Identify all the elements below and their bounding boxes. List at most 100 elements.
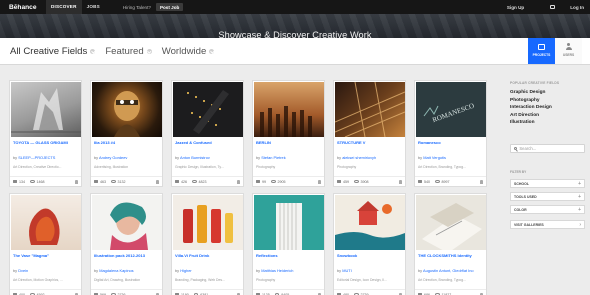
by-label: by [13,155,18,160]
project-owner[interactable]: MUTI [342,268,352,273]
project-title[interactable]: Reflections [256,253,322,258]
hiring-talent-text: Hiring Talent? [122,4,151,10]
project-thumbnail[interactable] [92,195,162,250]
plus-icon: + [578,206,581,213]
project-title[interactable]: Villa.Vi Fruit Drink [175,253,241,258]
popular-field-link[interactable]: Art Direction [510,113,585,118]
sign-up-link[interactable]: Sign Up [507,5,524,10]
project-stats: 426 4823 [172,176,243,186]
popular-field-link[interactable]: Graphic Design [510,90,585,95]
project-thumbnail[interactable]: ROMANESCO [416,82,486,137]
project-stats: 1135 9405 [253,289,324,295]
filter-color[interactable]: COLOR + [510,205,585,214]
project-title[interactable]: Jazzed & Confused [175,140,241,145]
popular-field-link[interactable]: Illustration [510,120,585,125]
views-count: 4823 [198,179,207,184]
filter-dropdowns: All Creative Fields Featured Worldwide [10,46,224,57]
users-tab[interactable]: USERS [555,38,582,64]
project-title[interactable]: Ilia 2013 #4 [94,140,160,145]
filter-tools-used[interactable]: TOOLS USED + [510,192,585,201]
search-icon [514,146,518,151]
collection-icon[interactable] [318,179,321,184]
project-title[interactable]: Snowbook [337,253,403,258]
collection-icon[interactable] [237,179,240,184]
project-thumbnail[interactable] [254,82,324,137]
project-owner[interactable]: Anton Burmistrov [180,155,210,160]
project-card[interactable]: Illustration pack 2012-2013 by Magdalena… [90,193,163,295]
project-title[interactable]: STRUCTURE V [337,140,403,145]
account-links: Sign Up Log In [494,5,584,10]
project-thumbnail[interactable] [416,195,486,250]
collection-icon[interactable] [480,179,483,184]
project-card[interactable]: THE CLOCKSMITHS Identity by Augustin Ant… [414,193,487,295]
project-owner[interactable]: Matthias Heiderich [261,268,293,273]
project-thumbnail[interactable] [173,195,243,250]
chevron-right-icon: › [579,221,581,228]
project-title[interactable]: Illustration pack 2012-2013 [94,253,160,258]
filter-school[interactable]: SCHOOL + [510,179,585,188]
project-owner[interactable]: Matt Vergotis [423,155,446,160]
project-owner[interactable]: SLEEP—PROJECTS [18,155,55,160]
project-owner[interactable]: Magdalena Kapinos [99,268,133,273]
project-card[interactable]: STRUCTURE V by aleksei shemiriovyh Photo… [333,80,406,187]
project-stats: 540 8997 [415,176,486,186]
search-input[interactable]: Search... [510,144,585,153]
project-title[interactable]: The Vase "Magma" [13,253,79,258]
projects-tab[interactable]: PROJECTS [528,38,555,64]
project-thumbnail[interactable] [335,82,405,137]
project-card[interactable]: Jazzed & Confused by Anton Burmistrov Gr… [171,80,244,187]
hero-title: Showcase & Discover Creative Work [218,30,372,38]
project-stats: 463 3132 [91,176,162,186]
chevron-down-icon [146,49,152,54]
project-card[interactable]: The Vase "Magma" by Dvein Art Direction,… [9,193,82,295]
nav-jobs[interactable]: JOBS [82,0,105,14]
by-label: by [418,268,423,273]
collection-icon[interactable] [75,179,78,184]
views-icon [192,180,197,183]
project-title[interactable]: THE CLOCKSMITHS Identity [418,253,484,258]
project-card[interactable]: TOYOTA — GLASS ORIGAMI by SLEEP—PROJECTS… [9,80,82,187]
collection-icon[interactable] [156,179,159,184]
project-thumbnail[interactable] [11,82,81,137]
location-dropdown[interactable]: Worldwide [162,46,215,57]
views-count: 8997 [441,179,450,184]
project-thumbnail[interactable] [254,195,324,250]
project-thumbnail[interactable] [335,195,405,250]
project-card[interactable]: Villa.Vi Fruit Drink by Higher Branding,… [171,193,244,295]
popular-field-link[interactable]: Photography [510,98,585,103]
romanesco-thumb-text: ROMANESCO [431,102,475,125]
project-owner[interactable]: Augustin Antunt, Giedrflat Ino [423,268,474,273]
popular-fields-heading: POPULAR CREATIVE FIELDS [510,81,560,85]
nav-discover[interactable]: DISCOVER [46,0,82,14]
project-owner[interactable]: Stefan Pietrek [261,155,285,160]
project-thumbnail[interactable] [11,195,81,250]
project-thumbnail[interactable] [173,82,243,137]
project-card[interactable]: ROMANESCO Romanesco by Matt Vergotis Art… [414,80,487,187]
project-card[interactable]: BERLIN by Stefan Pietrek Photography 99 2… [252,80,325,187]
post-job-button[interactable]: Post Job [155,3,184,11]
project-owner-line: by Stefan Pietrek [256,155,322,160]
visit-galleries-link[interactable]: VISIT GALLERIES › [510,220,585,229]
project-thumbnail[interactable] [92,82,162,137]
filter-label: TOOLS USED [514,194,537,199]
project-owner[interactable]: Dvein [18,268,28,273]
behance-logo[interactable]: Bēhance [9,4,46,11]
log-in-link[interactable]: Log In [537,5,584,10]
project-owner[interactable]: Andrey Gordeev [99,155,127,160]
user-icon [565,43,572,50]
project-card[interactable]: Snowbook by MUTI Editorial Design, Icon … [333,193,406,295]
collection-icon[interactable] [399,179,402,184]
likes-count: 540 [424,179,430,184]
project-title[interactable]: Romanesco [418,140,484,145]
popular-field-link[interactable]: Interaction Design [510,105,585,110]
project-card[interactable]: Reflections by Matthias Heiderich Photog… [252,193,325,295]
project-card[interactable]: Ilia 2013 #4 by Andrey Gordeev Advertisi… [90,80,163,187]
project-owner[interactable]: aleksei shemiriovyh [342,155,376,160]
creative-fields-dropdown[interactable]: All Creative Fields [10,46,96,57]
by-label: by [175,268,180,273]
project-title[interactable]: TOYOTA — GLASS ORIGAMI [13,140,79,145]
sort-dropdown[interactable]: Featured [105,46,152,57]
filter-label: VISIT GALLERIES [514,222,544,227]
project-owner[interactable]: Higher [180,268,191,273]
project-title[interactable]: BERLIN [256,140,322,145]
